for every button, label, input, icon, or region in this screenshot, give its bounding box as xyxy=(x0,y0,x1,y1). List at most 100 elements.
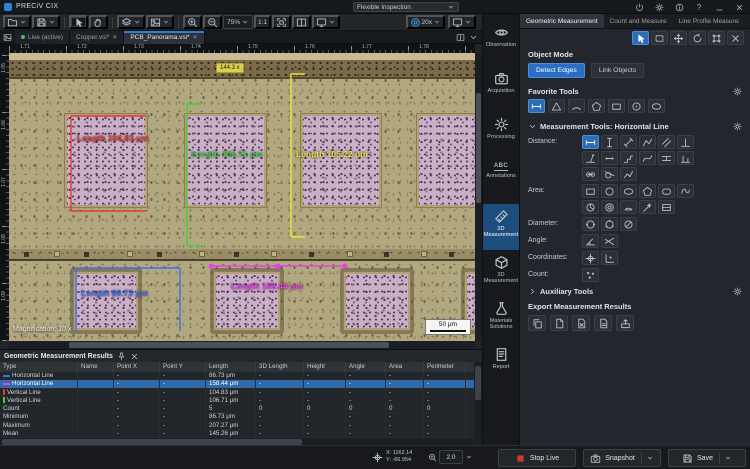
circle3-tool-button[interactable] xyxy=(601,184,618,198)
panel-tab-line-profile-measurement[interactable]: Line Profile Measurement xyxy=(673,14,739,28)
activity-acquisition[interactable]: Acquisition xyxy=(483,66,519,112)
snapshot-button[interactable]: Snapshot xyxy=(583,449,661,467)
polygon-tool-button[interactable] xyxy=(588,99,605,113)
result-row-maximum[interactable]: Maximum--207.27 μm----- xyxy=(0,422,474,430)
angle4-tool-button[interactable] xyxy=(601,234,618,248)
roundrect-tool-button[interactable] xyxy=(658,184,675,198)
detect-edges-button[interactable]: Detect Edges xyxy=(528,63,585,78)
stop-live-button[interactable]: Stop Live xyxy=(498,449,576,467)
ellipse-tool-button[interactable] xyxy=(620,184,637,198)
column-header-3d-length[interactable]: 3D Length xyxy=(256,362,304,372)
column-header-length[interactable]: Length xyxy=(206,362,256,372)
power-button[interactable] xyxy=(633,1,645,13)
activity-2d-measurement[interactable]: 2D Measurement xyxy=(483,204,519,250)
zoom-level-button[interactable]: 75% xyxy=(223,15,253,29)
column-header-point-x[interactable]: Point X xyxy=(114,362,160,372)
rect-tool-button[interactable] xyxy=(608,99,625,113)
open-button[interactable] xyxy=(3,15,31,29)
count-tool-button[interactable] xyxy=(582,268,599,282)
column-header-area[interactable]: Area xyxy=(386,362,424,372)
tabbar-tool[interactable] xyxy=(456,33,465,42)
info-button[interactable] xyxy=(673,1,685,13)
column-header-point-y[interactable]: Point Y xyxy=(160,362,206,372)
cross-tool-button[interactable] xyxy=(582,251,599,265)
result-row-horizontal-line[interactable]: Horizontal Line--158.44 μm----- xyxy=(0,380,474,388)
close-icon[interactable] xyxy=(130,352,139,361)
column-header-name[interactable]: Name xyxy=(78,362,114,372)
viewer-vertical-scrollbar[interactable] xyxy=(475,53,482,341)
results-vertical-scrollbar[interactable] xyxy=(474,362,482,438)
export-copy-button[interactable] xyxy=(528,315,546,331)
export-file-button[interactable] xyxy=(550,315,568,331)
activity-annotations[interactable]: ABCAnnotations xyxy=(483,158,519,204)
dropdown-caret[interactable] xyxy=(641,452,654,464)
p2line-tool-button[interactable] xyxy=(582,151,599,165)
diam-tool-button[interactable] xyxy=(620,217,637,231)
save-button[interactable]: Save xyxy=(668,449,746,467)
arcarea-tool-button[interactable] xyxy=(620,200,637,214)
microscope-image-canvas[interactable]: Length 104.83 μm Length 106.71 μm Length… xyxy=(9,53,475,341)
save-button[interactable] xyxy=(32,15,60,29)
xy-tool-button[interactable] xyxy=(601,251,618,265)
close-button[interactable] xyxy=(733,1,745,13)
export-excel-button[interactable] xyxy=(572,315,590,331)
objective-selector-button[interactable]: 20x xyxy=(406,15,445,29)
marquee-tool-button[interactable] xyxy=(651,31,668,45)
circle2p-tool-button[interactable] xyxy=(582,217,599,231)
export-csv-button[interactable] xyxy=(594,315,612,331)
zoom-out-button[interactable] xyxy=(203,15,222,29)
band-tool-button[interactable] xyxy=(658,151,675,165)
circle3p-tool-button[interactable] xyxy=(601,217,618,231)
arc-tool-button[interactable] xyxy=(568,99,585,113)
rect-tool-button[interactable] xyxy=(582,184,599,198)
gear-icon[interactable] xyxy=(733,287,742,296)
dropdown-caret[interactable] xyxy=(719,452,732,464)
angle3-tool-button[interactable] xyxy=(582,234,599,248)
tabbar-tool[interactable] xyxy=(469,33,478,42)
camera-settings-button[interactable] xyxy=(448,15,476,29)
close-icon[interactable]: ✕ xyxy=(193,34,198,41)
pin-icon[interactable] xyxy=(117,352,126,361)
threshold-tool-button[interactable] xyxy=(658,200,675,214)
hline-tool-button[interactable] xyxy=(582,135,599,149)
panel-tab-count-and-measure[interactable]: Count and Measure xyxy=(604,14,673,28)
minimize-button[interactable] xyxy=(713,1,725,13)
fit-to-screen-button[interactable] xyxy=(272,15,291,29)
activity-processing[interactable]: Processing xyxy=(483,112,519,158)
layers-button[interactable] xyxy=(117,15,145,29)
magic-tool-button[interactable] xyxy=(639,200,656,214)
activity-report[interactable]: Report xyxy=(483,342,519,388)
help-button[interactable]: ? xyxy=(693,1,705,13)
tab-list-icon[interactable] xyxy=(0,33,15,42)
column-header-height[interactable]: Height xyxy=(304,362,346,372)
gear-icon[interactable] xyxy=(733,122,742,131)
result-row-count[interactable]: Count--500000 xyxy=(0,405,474,413)
move-tool-button[interactable] xyxy=(670,31,687,45)
tab-copper-vsi-[interactable]: Copper.vsi*✕ xyxy=(70,31,124,44)
p2p-tool-button[interactable] xyxy=(601,151,618,165)
donut-tool-button[interactable] xyxy=(601,200,618,214)
inspection-profile-select[interactable]: Flexible Inspection xyxy=(353,2,459,12)
column-header-perimeter[interactable]: Perimeter xyxy=(424,362,466,372)
zoom-in-button[interactable] xyxy=(183,15,202,29)
pan-tool-button[interactable] xyxy=(89,15,108,29)
auxiliary-tools-collapser[interactable]: Auxiliary Tools xyxy=(520,284,750,299)
result-row-vertical-line[interactable]: Vertical Line--104.83 μm----- xyxy=(0,389,474,397)
activity-3d-measurement[interactable]: 3D Measurement xyxy=(483,250,519,296)
perp-tool-button[interactable] xyxy=(677,135,694,149)
result-row-vertical-line[interactable]: Vertical Line--106.71 μm----- xyxy=(0,397,474,405)
zoom-control[interactable]: 2.0 xyxy=(428,450,473,464)
sline-tool-button[interactable] xyxy=(620,135,637,149)
tab-live-active-[interactable]: Live (active) xyxy=(15,31,70,44)
measurement-tools-collapser[interactable]: Measurement Tools: Horizontal Line xyxy=(520,119,750,134)
activity-materials-solutions[interactable]: Materials Solutions xyxy=(483,296,519,342)
chain-tool-button[interactable] xyxy=(620,167,637,181)
tangent-tool-button[interactable] xyxy=(601,167,618,181)
triangle-tool-button[interactable] xyxy=(548,99,565,113)
export-send-button[interactable] xyxy=(616,315,634,331)
curve-tool-button[interactable] xyxy=(639,151,656,165)
delete-tool-button[interactable] xyxy=(727,31,744,45)
actual-size-button[interactable]: 1:1 xyxy=(254,15,271,29)
polygon-tool-button[interactable] xyxy=(639,184,656,198)
column-header-type[interactable]: Type xyxy=(0,362,78,372)
